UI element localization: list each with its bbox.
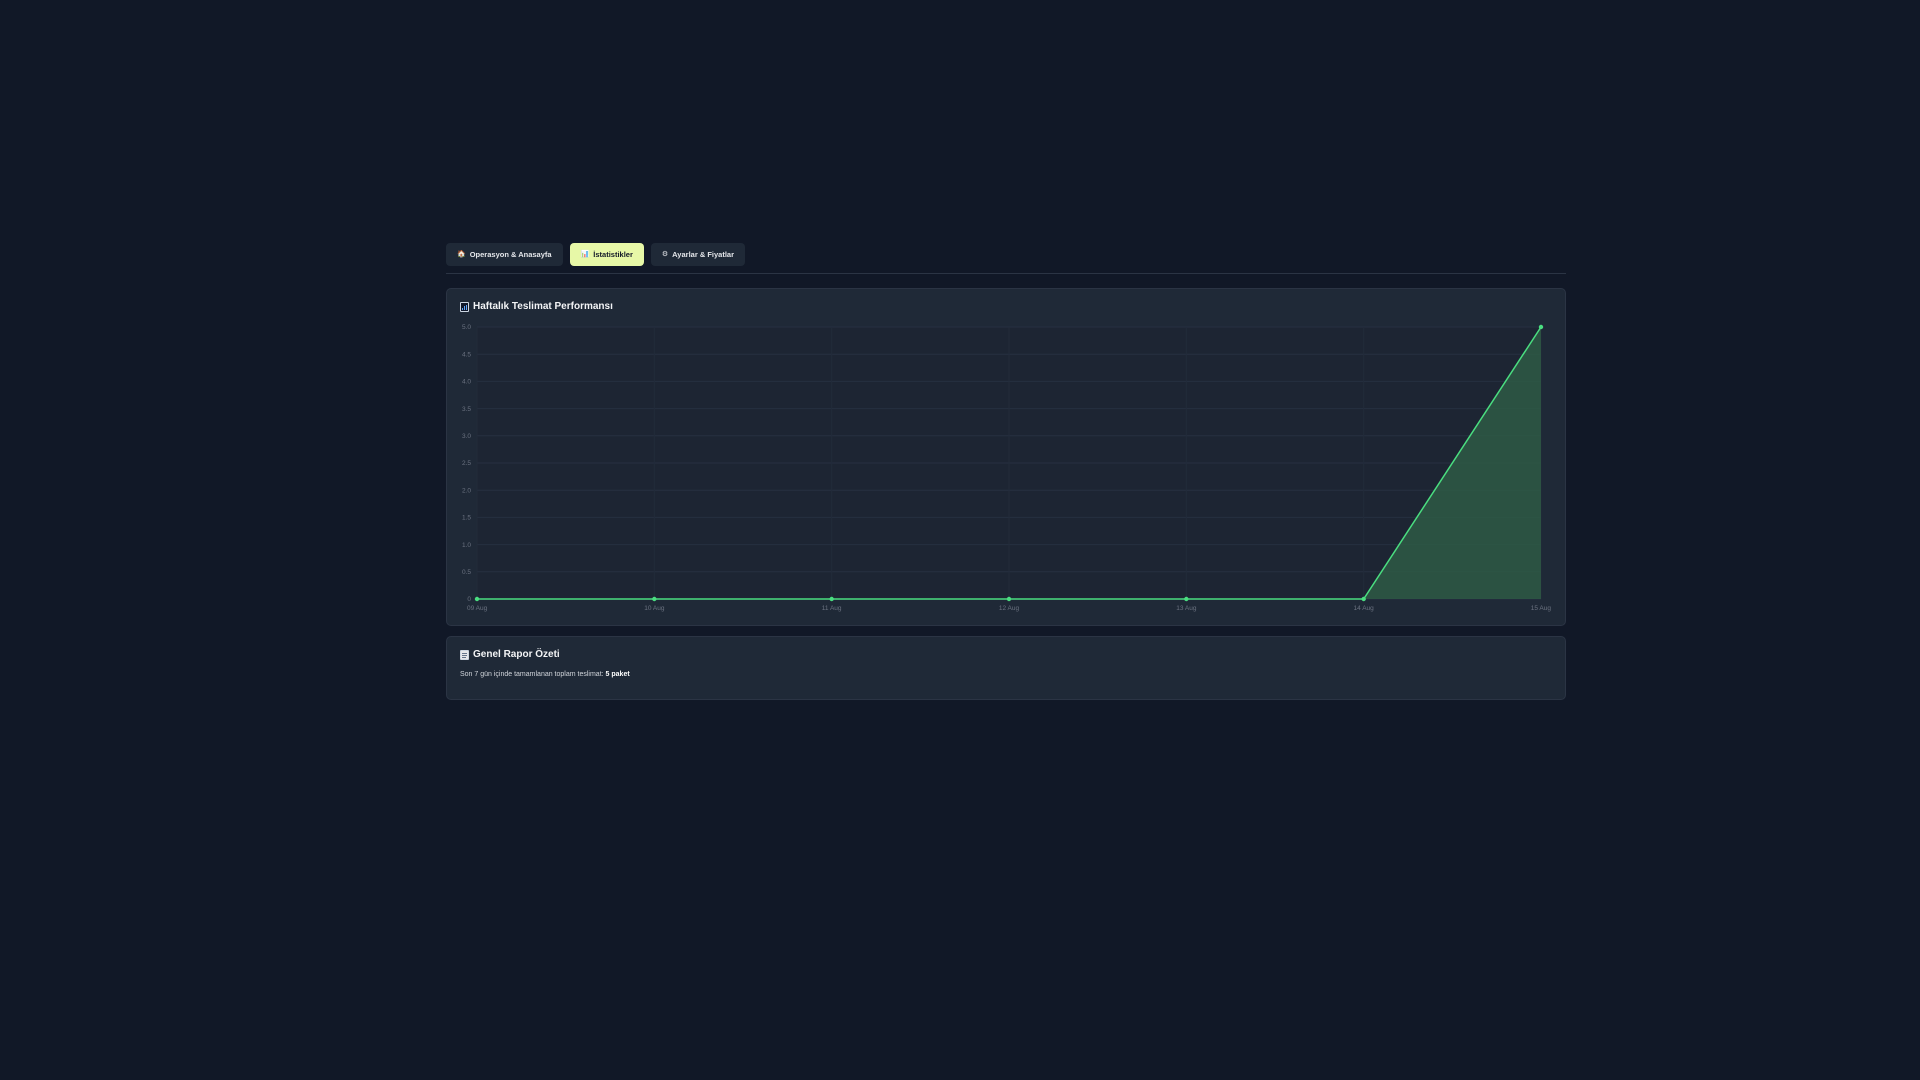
home-icon: 🏠 (457, 251, 466, 258)
tab-statistics[interactable]: 📊 İstatistikler (569, 243, 644, 266)
y-tick-label: 0 (467, 596, 471, 603)
tab-label: Ayarlar & Fiyatlar (672, 250, 735, 259)
y-tick-label: 4.0 (462, 379, 471, 386)
y-tick-label: 2.5 (462, 460, 471, 467)
x-tick-label: 10 Aug (644, 605, 665, 612)
data-point (1361, 596, 1366, 602)
weekly-delivery-chart-card: Haftalık Teslimat Performansı 0 0.5 1.0 1.5… (446, 288, 1566, 626)
y-tick-label: 2.0 (462, 487, 471, 494)
data-point (652, 596, 657, 602)
y-tick-label: 0.5 (462, 569, 471, 576)
x-tick-label: 11 Aug (822, 605, 842, 612)
tab-bar: 🏠 Operasyon & Anasayfa 📊 İstatistikler ⚙… (446, 243, 1566, 274)
tab-settings-prices[interactable]: ⚙ Ayarlar & Fiyatlar (650, 243, 746, 266)
weekly-delivery-chart: 0 0.5 1.0 1.5 2.0 2.5 3.0 3.5 4.0 4.5 5.0 09 Aug 10 … (462, 324, 1552, 612)
tab-operations-home[interactable]: 🏠 Operasyon & Anasayfa (446, 243, 563, 266)
gear-icon: ⚙ (661, 251, 669, 258)
data-point (1006, 596, 1012, 602)
y-tick-label: 3.5 (462, 406, 471, 413)
bar-chart-icon: 📊 (580, 251, 590, 258)
data-point (474, 596, 480, 602)
x-tick-label: 12 Aug (999, 605, 1020, 612)
x-tick-label: 09 Aug (467, 605, 488, 612)
tab-label: İstatistikler (593, 250, 633, 259)
y-tick-label: 1.5 (462, 515, 471, 522)
document-icon (460, 649, 469, 660)
y-tick-label: 5.0 (462, 324, 471, 331)
data-point (1538, 324, 1544, 330)
summary-title: Genel Rapor Özeti (473, 649, 560, 660)
report-summary-card: Genel Rapor Özeti Son 7 gün içinde tamam… (446, 636, 1566, 700)
summary-card-title: Genel Rapor Özeti (460, 649, 560, 660)
y-tick-label: 3.0 (462, 433, 471, 440)
stats-page: 🏠 Operasyon & Anasayfa 📊 İstatistikler ⚙… (446, 243, 1566, 700)
x-tick-label: 14 Aug (1354, 605, 1375, 612)
x-tick-label: 13 Aug (1176, 605, 1197, 612)
x-tick-label: 15 Aug (1531, 605, 1552, 612)
y-tick-label: 4.5 (462, 351, 471, 358)
summary-text-prefix: Son 7 gün içinde tamamlanan toplam tesli… (460, 671, 604, 678)
data-point (829, 596, 834, 602)
summary-text: Son 7 gün içinde tamamlanan toplam tesli… (460, 671, 630, 678)
y-tick-label: 1.0 (462, 542, 471, 549)
summary-total-value: 5 paket (605, 671, 630, 678)
data-point (1184, 596, 1189, 602)
tab-label: Operasyon & Anasayfa (469, 250, 552, 259)
